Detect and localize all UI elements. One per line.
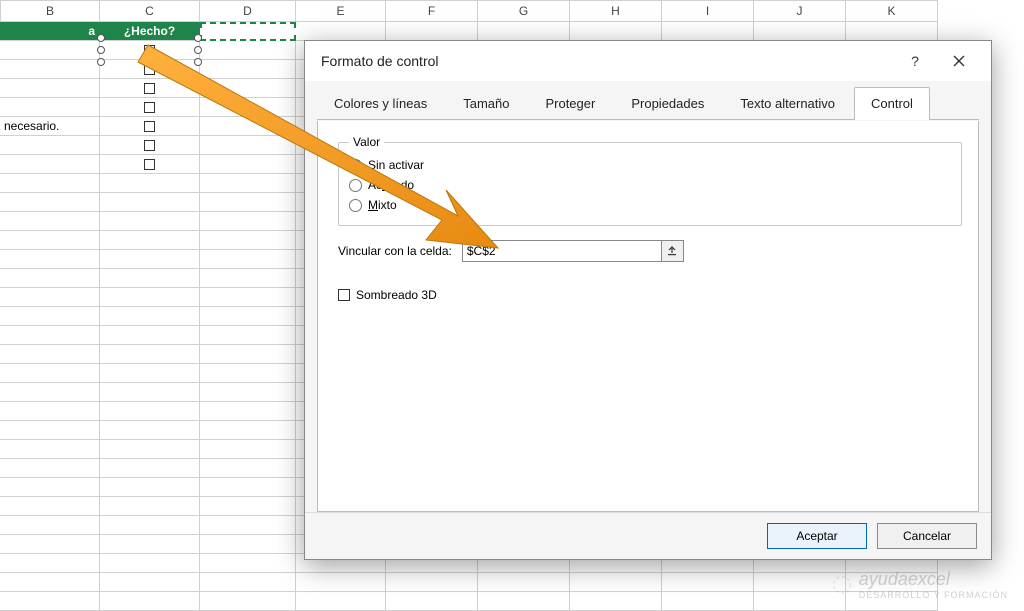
col-header-d[interactable]: D	[200, 0, 296, 22]
format-control-dialog: Formato de control ? Colores y líneas Ta…	[304, 40, 992, 560]
radio-input[interactable]	[349, 179, 362, 192]
cell-link-input[interactable]	[462, 240, 662, 262]
col-header-g[interactable]: G	[478, 0, 570, 22]
column-headers: B C D E F G H I J K	[0, 0, 1024, 22]
checkbox-form-control[interactable]	[104, 98, 195, 116]
radio-sin-activar[interactable]: Sin activar	[349, 155, 951, 175]
watermark: ayudaexcel DESARROLLO Y FORMACIÓN	[831, 569, 1008, 600]
cell-link-row: Vincular con la celda:	[338, 240, 962, 262]
help-button[interactable]: ?	[893, 46, 937, 76]
col-header-j[interactable]: J	[754, 0, 846, 22]
tab-pane-control: Valor Sin activar Activado Mixto Vincula…	[317, 121, 979, 512]
tab-texto-alternativo[interactable]: Texto alternativo	[723, 87, 852, 120]
dialog-tabs: Colores y líneas Tamaño Proteger Propied…	[305, 81, 991, 120]
col-header-f[interactable]: F	[386, 0, 478, 22]
tab-control[interactable]: Control	[854, 87, 930, 120]
checkbox-form-control[interactable]	[104, 79, 195, 97]
header-cell-hecho: ¿Hecho?	[100, 22, 200, 41]
table-row: a ¿Hecho?	[0, 22, 1024, 41]
close-button[interactable]	[937, 46, 981, 76]
shade-3d-checkbox[interactable]: Sombreado 3D	[338, 288, 962, 302]
checkbox-form-control[interactable]	[104, 136, 195, 154]
tab-propiedades[interactable]: Propiedades	[614, 87, 721, 120]
ok-button[interactable]: Aceptar	[767, 523, 867, 549]
cell-link-label: Vincular con la celda:	[338, 244, 452, 258]
valor-group: Valor Sin activar Activado Mixto	[338, 135, 962, 226]
watermark-brand: ayudaexcel	[859, 569, 950, 589]
col-header-b[interactable]: B	[0, 0, 100, 22]
tab-proteger[interactable]: Proteger	[528, 87, 612, 120]
dialog-buttons: Aceptar Cancelar	[305, 512, 991, 559]
radio-mixto[interactable]: Mixto	[349, 195, 951, 215]
selected-cell-c2[interactable]	[200, 22, 296, 41]
col-header-c[interactable]: C	[100, 0, 200, 22]
collapse-dialog-icon	[667, 246, 677, 256]
col-header-e[interactable]: E	[296, 0, 386, 22]
checkbox-form-control[interactable]	[104, 60, 195, 78]
cancel-button[interactable]: Cancelar	[877, 523, 977, 549]
close-icon	[953, 55, 965, 67]
radio-input[interactable]	[349, 159, 362, 172]
cell-text: necesario.	[0, 117, 100, 136]
header-cell-a-fragment: a	[0, 22, 100, 41]
valor-legend: Valor	[349, 135, 384, 149]
radio-activado[interactable]: Activado	[349, 175, 951, 195]
tab-tamano[interactable]: Tamaño	[446, 87, 526, 120]
col-header-h[interactable]: H	[570, 0, 662, 22]
tab-colores-lineas[interactable]: Colores y líneas	[317, 87, 444, 120]
checkbox-form-control[interactable]	[104, 117, 195, 135]
dialog-titlebar[interactable]: Formato de control ?	[305, 41, 991, 81]
watermark-tagline: DESARROLLO Y FORMACIÓN	[859, 590, 1008, 600]
range-picker-button[interactable]	[662, 240, 684, 262]
radio-input[interactable]	[349, 199, 362, 212]
checkbox-form-control-selected[interactable]	[104, 41, 195, 59]
col-header-k[interactable]: K	[846, 0, 938, 22]
col-header-i[interactable]: I	[662, 0, 754, 22]
checkbox-form-control[interactable]	[104, 155, 195, 173]
checkbox-icon	[338, 289, 350, 301]
logo-icon	[831, 574, 853, 596]
dialog-title: Formato de control	[321, 53, 439, 69]
